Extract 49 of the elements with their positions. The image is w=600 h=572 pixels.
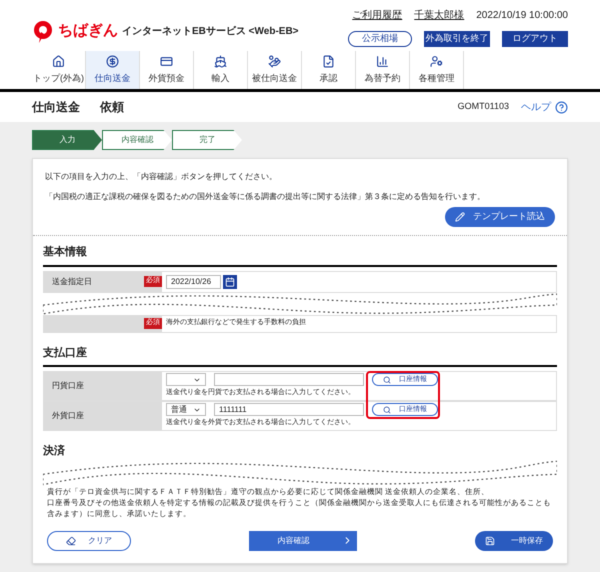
page-subtitle: 依頼 — [100, 99, 124, 116]
screen-id: GOMT01103 — [458, 100, 509, 114]
step-indicator: 入力 — [32, 130, 102, 150]
nav-tab[interactable]: 仕向送金 — [86, 51, 140, 89]
step-indicator: 内容確認 — [102, 130, 172, 150]
header-link[interactable]: ご利用履歴 — [352, 8, 402, 23]
account-number-field[interactable] — [214, 373, 364, 386]
help-link[interactable]: ヘルプ — [521, 100, 568, 114]
account-type-select[interactable]: 普通 — [166, 403, 206, 416]
header-link[interactable]: 千葉太郎様 — [414, 8, 464, 23]
search-icon — [383, 376, 391, 384]
card-icon — [160, 54, 173, 68]
save-icon — [485, 536, 495, 546]
account-type-select[interactable] — [166, 373, 206, 386]
section-heading: 決済 — [43, 444, 66, 459]
section-heading: 基本情報 — [43, 236, 557, 266]
header-button[interactable]: ログアウト — [502, 31, 568, 47]
field-label: 送金指定日 — [52, 276, 92, 288]
service-name: インターネットEBサービス <Web-EB> — [122, 24, 298, 39]
ship-icon — [214, 54, 227, 68]
logo-icon — [32, 20, 54, 44]
section-heading: 支払口座 — [43, 332, 557, 367]
user-gear-icon — [430, 54, 443, 68]
help-icon — [555, 100, 568, 114]
document-check-icon — [322, 54, 335, 68]
coin-icon — [106, 54, 119, 68]
home-icon — [52, 54, 65, 68]
field-label: 外貨口座 — [52, 410, 84, 422]
header-button[interactable]: 公示相場 — [348, 31, 412, 47]
instruction-text: 「内国税の適正な課税の確保を図るための国外送金等に係る調書の提出等に関する法律」第３条に定める告知を行います。 — [45, 191, 486, 203]
confirm-button[interactable]: 内容確認 — [249, 530, 357, 550]
logo-text: ちばぎん — [58, 21, 118, 42]
account-number-field[interactable]: 1111111 — [214, 403, 364, 416]
field-label: 円貨口座 — [52, 380, 84, 392]
calendar-icon[interactable] — [223, 274, 237, 288]
datetime: 2022/10/19 10:00:00 — [476, 9, 568, 23]
chart-icon — [376, 54, 389, 68]
eraser-icon — [66, 536, 76, 546]
header-button[interactable]: 外為取引を終了 — [424, 31, 490, 47]
clear-button[interactable]: クリア — [47, 530, 131, 550]
search-icon — [383, 406, 391, 414]
template-button[interactable]: テンプレート読込 — [445, 207, 555, 227]
step-indicator: 完了 — [172, 130, 242, 150]
date-field[interactable]: 2022/10/26 — [166, 274, 221, 288]
pencil-icon — [455, 212, 465, 222]
instruction-text: 以下の項目を入力の上、「内容確認」ボタンを押してください。 — [45, 171, 278, 183]
hand-coin-icon — [268, 54, 281, 68]
page-title: 仕向送金 — [32, 99, 80, 116]
save-button[interactable]: 一時保存 — [475, 530, 553, 550]
